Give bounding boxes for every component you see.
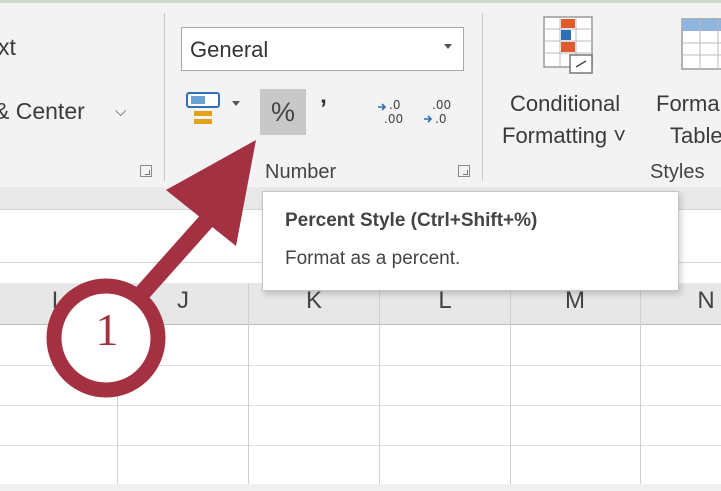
callout-number: 1 xyxy=(95,304,119,355)
callout-arrow-annotation xyxy=(46,140,256,398)
callout-arrow-head xyxy=(166,140,256,246)
